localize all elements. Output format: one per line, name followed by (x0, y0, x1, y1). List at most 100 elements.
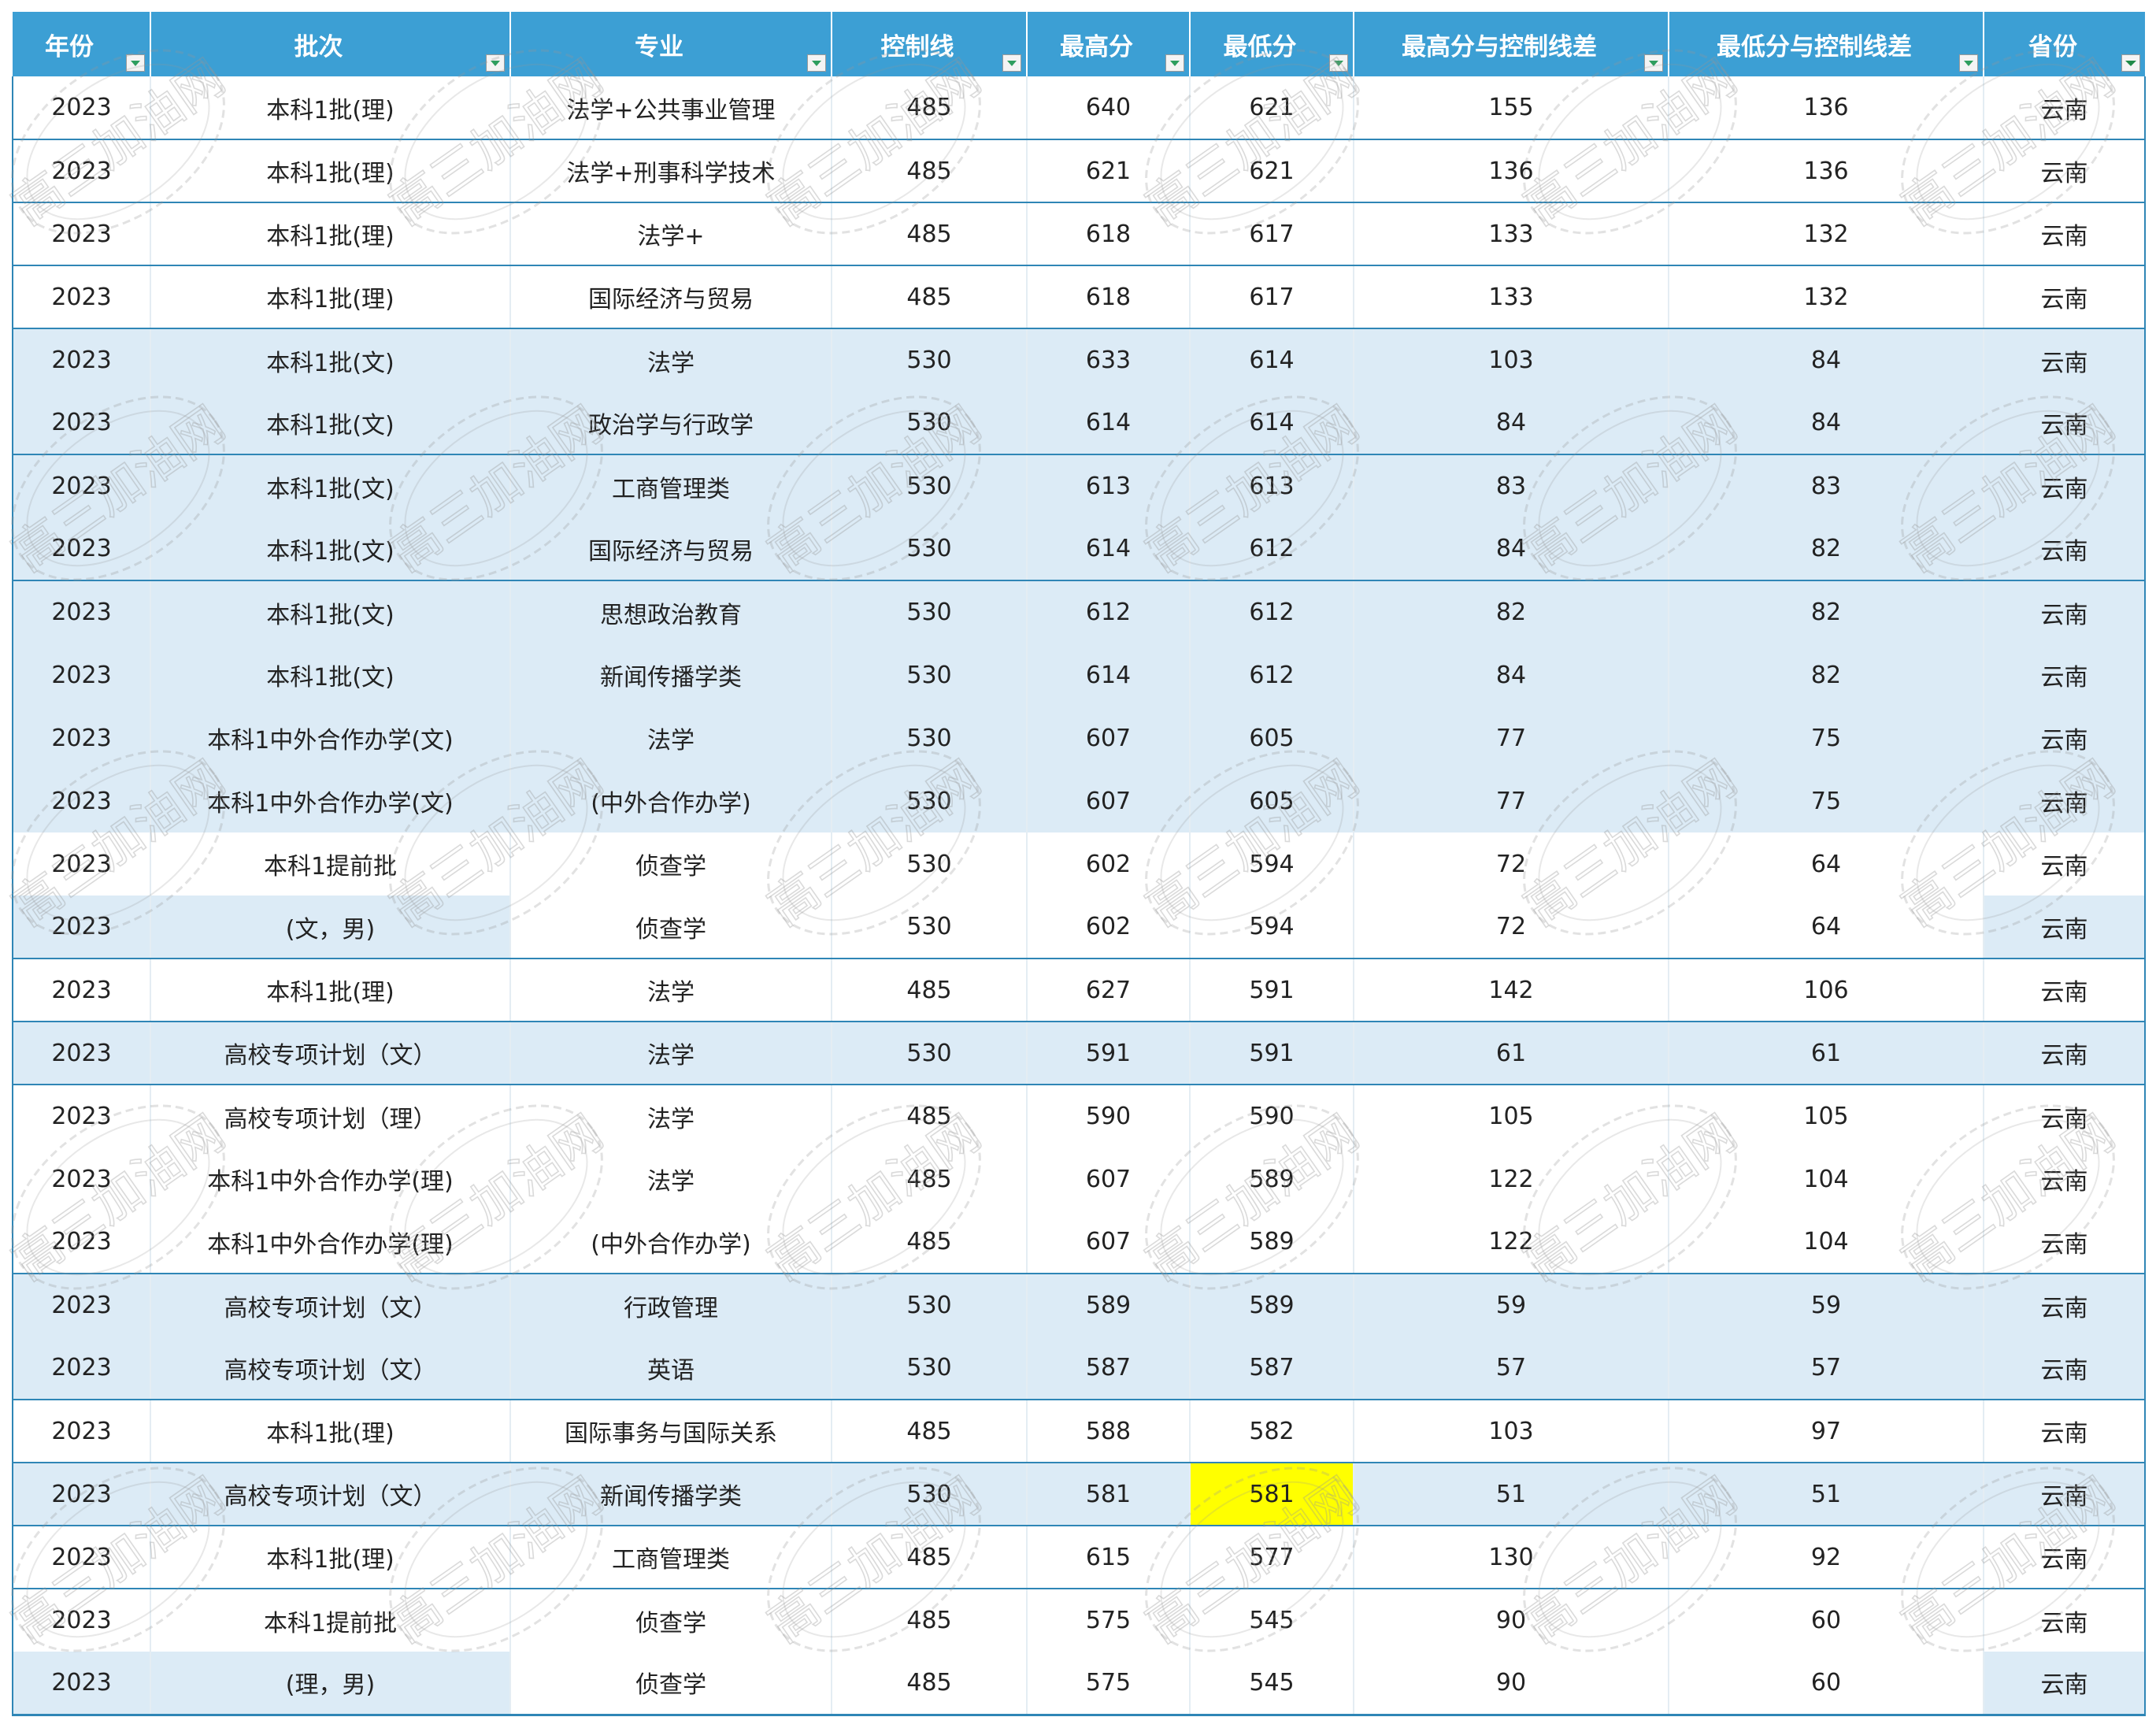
cell-province[interactable]: 云南 (1984, 896, 2146, 959)
cell-year[interactable]: 2023 (12, 1148, 151, 1211)
cell-province[interactable]: 云南 (1984, 1652, 2146, 1716)
cell-max-score[interactable]: 590 (1027, 1085, 1191, 1148)
cell-control-line[interactable]: 530 (832, 1022, 1028, 1085)
cell-max-score[interactable]: 621 (1027, 139, 1191, 203)
cell-max-score[interactable]: 602 (1027, 832, 1191, 896)
cell-year[interactable]: 2023 (12, 1085, 151, 1148)
cell-batch[interactable]: 本科1批(文) (150, 643, 511, 706)
cell-min-score[interactable]: 591 (1190, 1022, 1354, 1085)
cell-min-score[interactable]: 612 (1190, 643, 1354, 706)
filter-dropdown-icon[interactable] (1002, 54, 1021, 72)
cell-control-line[interactable]: 485 (832, 76, 1028, 140)
cell-control-line[interactable]: 530 (832, 1463, 1028, 1526)
cell-control-line[interactable]: 530 (832, 1274, 1028, 1337)
cell-max-score[interactable]: 612 (1027, 580, 1191, 643)
cell-max-score[interactable]: 640 (1027, 76, 1191, 140)
cell-min-score[interactable]: 612 (1190, 580, 1354, 643)
cell-max-score[interactable]: 575 (1027, 1652, 1191, 1716)
cell-max-diff[interactable]: 84 (1354, 391, 1669, 455)
cell-major[interactable]: 法学+刑事科学技术 (510, 139, 832, 203)
cell-province[interactable]: 云南 (1984, 1589, 2146, 1652)
cell-control-line[interactable]: 485 (832, 1148, 1028, 1211)
cell-province[interactable]: 云南 (1984, 328, 2146, 391)
cell-batch[interactable]: 本科1提前批 (150, 1589, 511, 1652)
filter-dropdown-icon[interactable] (1329, 54, 1348, 72)
cell-max-score[interactable]: 618 (1027, 202, 1191, 266)
cell-year[interactable]: 2023 (12, 1589, 151, 1652)
cell-min-score[interactable]: 590 (1190, 1085, 1354, 1148)
cell-major[interactable]: (中外合作办学) (510, 769, 832, 832)
cell-min-diff[interactable]: 64 (1669, 896, 1984, 959)
cell-min-score[interactable]: 589 (1190, 1211, 1354, 1274)
cell-max-diff[interactable]: 105 (1354, 1085, 1669, 1148)
cell-min-score[interactable]: 617 (1190, 202, 1354, 266)
cell-year[interactable]: 2023 (12, 328, 151, 391)
cell-batch[interactable]: 本科1批(文) (150, 517, 511, 581)
cell-min-diff[interactable]: 132 (1669, 265, 1984, 329)
cell-major[interactable]: 法学 (510, 328, 832, 391)
cell-max-diff[interactable]: 83 (1354, 454, 1669, 517)
cell-min-diff[interactable]: 75 (1669, 769, 1984, 832)
cell-year[interactable]: 2023 (12, 1211, 151, 1274)
cell-province[interactable]: 云南 (1984, 76, 2146, 140)
cell-max-diff[interactable]: 77 (1354, 769, 1669, 832)
cell-province[interactable]: 云南 (1984, 1211, 2146, 1274)
cell-year[interactable]: 2023 (12, 202, 151, 266)
cell-max-score[interactable]: 607 (1027, 1148, 1191, 1211)
cell-min-score[interactable]: 614 (1190, 391, 1354, 455)
cell-batch[interactable]: 本科1中外合作办学(理) (150, 1211, 511, 1274)
cell-major[interactable]: 国际事务与国际关系 (510, 1400, 832, 1463)
cell-control-line[interactable]: 485 (832, 1211, 1028, 1274)
cell-province[interactable]: 云南 (1984, 202, 2146, 266)
cell-min-score[interactable]: 621 (1190, 139, 1354, 203)
cell-year[interactable]: 2023 (12, 769, 151, 832)
cell-year[interactable]: 2023 (12, 517, 151, 581)
cell-min-diff[interactable]: 132 (1669, 202, 1984, 266)
cell-min-diff[interactable]: 51 (1669, 1463, 1984, 1526)
cell-batch[interactable]: 本科1中外合作办学(文) (150, 769, 511, 832)
cell-max-diff[interactable]: 133 (1354, 202, 1669, 266)
cell-batch[interactable]: 本科1提前批 (150, 832, 511, 896)
cell-major[interactable]: 法学 (510, 959, 832, 1022)
cell-control-line[interactable]: 530 (832, 896, 1028, 959)
cell-min-score[interactable]: 545 (1190, 1589, 1354, 1652)
cell-year[interactable]: 2023 (12, 580, 151, 643)
cell-major[interactable]: 新闻传播学类 (510, 643, 832, 706)
cell-batch[interactable]: 高校专项计划（文） (150, 1274, 511, 1337)
cell-province[interactable]: 云南 (1984, 1022, 2146, 1085)
cell-year[interactable]: 2023 (12, 1022, 151, 1085)
cell-control-line[interactable]: 530 (832, 517, 1028, 581)
cell-max-score[interactable]: 588 (1027, 1400, 1191, 1463)
cell-max-diff[interactable]: 72 (1354, 896, 1669, 959)
cell-min-score[interactable]: 614 (1190, 328, 1354, 391)
cell-max-diff[interactable]: 57 (1354, 1337, 1669, 1400)
cell-max-score[interactable]: 627 (1027, 959, 1191, 1022)
cell-major[interactable]: 法学 (510, 1085, 832, 1148)
cell-min-score[interactable]: 581 (1190, 1463, 1354, 1526)
cell-year[interactable]: 2023 (12, 1526, 151, 1589)
cell-control-line[interactable]: 530 (832, 454, 1028, 517)
cell-batch[interactable]: 高校专项计划（文） (150, 1022, 511, 1085)
cell-min-diff[interactable]: 57 (1669, 1337, 1984, 1400)
cell-year[interactable]: 2023 (12, 454, 151, 517)
filter-dropdown-icon[interactable] (126, 54, 145, 72)
cell-control-line[interactable]: 485 (832, 1526, 1028, 1589)
cell-max-diff[interactable]: 122 (1354, 1211, 1669, 1274)
cell-batch[interactable]: 本科1批(理) (150, 76, 511, 140)
cell-max-diff[interactable]: 77 (1354, 706, 1669, 769)
cell-province[interactable]: 云南 (1984, 643, 2146, 706)
cell-min-diff[interactable]: 64 (1669, 832, 1984, 896)
cell-batch[interactable]: 本科1批(理) (150, 1400, 511, 1463)
cell-major[interactable]: 行政管理 (510, 1274, 832, 1337)
cell-max-score[interactable]: 633 (1027, 328, 1191, 391)
cell-province[interactable]: 云南 (1984, 1274, 2146, 1337)
cell-province[interactable]: 云南 (1984, 706, 2146, 769)
cell-max-diff[interactable]: 133 (1354, 265, 1669, 329)
cell-major[interactable]: 工商管理类 (510, 454, 832, 517)
cell-min-diff[interactable]: 83 (1669, 454, 1984, 517)
cell-max-score[interactable]: 614 (1027, 517, 1191, 581)
cell-min-score[interactable]: 582 (1190, 1400, 1354, 1463)
cell-major[interactable]: 政治学与行政学 (510, 391, 832, 455)
cell-province[interactable]: 云南 (1984, 517, 2146, 581)
cell-province[interactable]: 云南 (1984, 959, 2146, 1022)
